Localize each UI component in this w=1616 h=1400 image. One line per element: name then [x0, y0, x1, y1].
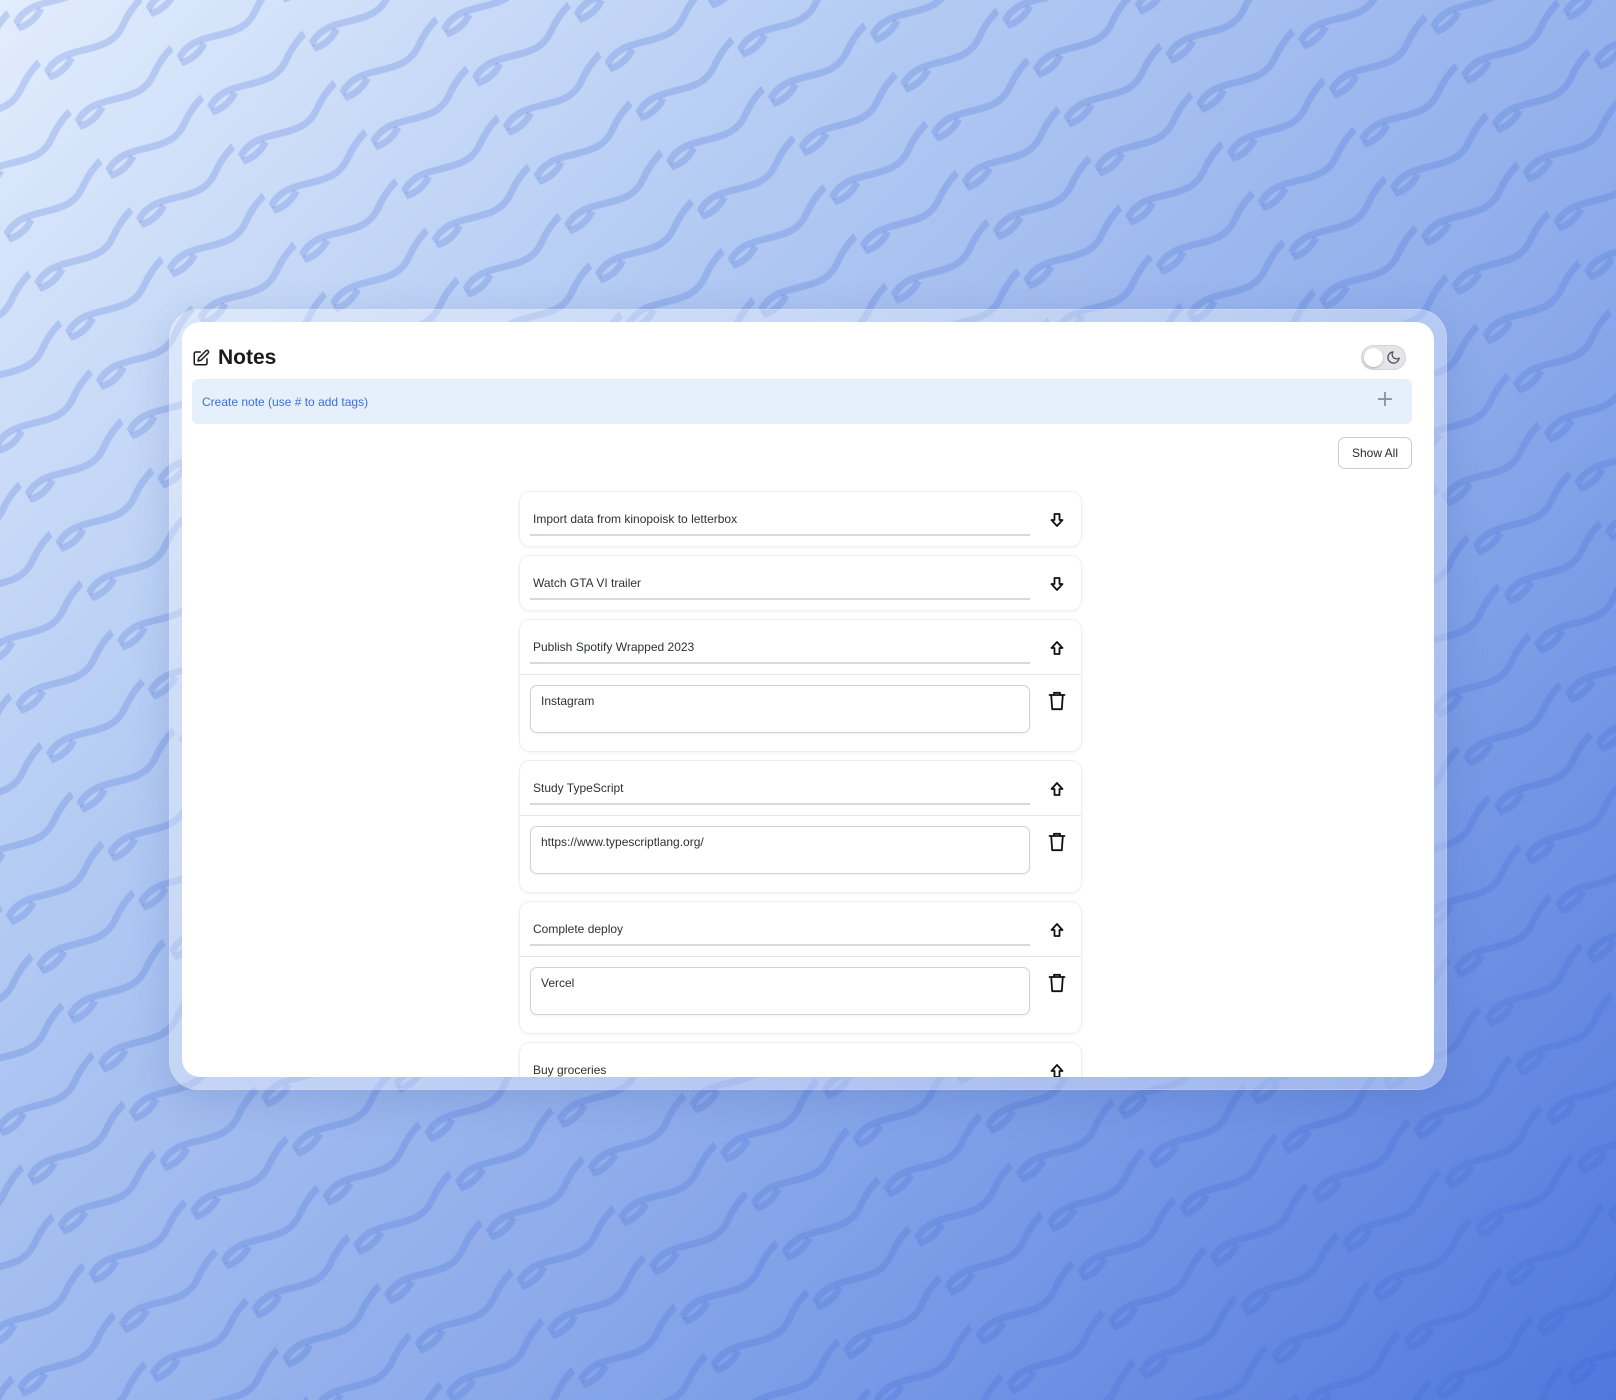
note-header: Watch GTA VI trailer: [520, 556, 1081, 610]
note-title[interactable]: Study TypeScript: [530, 775, 1030, 805]
note-title[interactable]: Watch GTA VI trailer: [530, 570, 1030, 600]
note-title[interactable]: Buy groceries: [530, 1057, 1030, 1077]
trash-icon[interactable]: [1048, 973, 1066, 993]
show-all-button[interactable]: Show All: [1338, 437, 1412, 469]
note-body: Vercel: [520, 956, 1081, 1033]
note-description[interactable]: https://www.typescriptlang.org/: [530, 826, 1030, 874]
create-note-input[interactable]: [192, 379, 1412, 424]
note-card: Complete deploy Vercel: [520, 902, 1081, 1033]
note-card: Watch GTA VI trailer: [520, 556, 1081, 610]
moon-icon: [1386, 350, 1401, 365]
trash-icon[interactable]: [1048, 832, 1066, 852]
note-card: Import data from kinopoisk to letterbox: [520, 492, 1081, 546]
note-body: https://www.typescriptlang.org/: [520, 815, 1081, 892]
arrow-up-icon[interactable]: [1049, 781, 1065, 797]
note-card: Publish Spotify Wrapped 2023 Instagram: [520, 620, 1081, 751]
arrow-down-icon[interactable]: [1049, 512, 1065, 528]
note-title[interactable]: Complete deploy: [530, 916, 1030, 946]
note-header: Study TypeScript: [520, 761, 1081, 815]
note-header: Complete deploy: [520, 902, 1081, 956]
app-frame: Notes + Show All Import data from kinopo…: [170, 310, 1446, 1089]
arrow-up-icon[interactable]: [1049, 922, 1065, 938]
note-card: Buy groceries: [520, 1043, 1081, 1077]
toggle-knob: [1364, 348, 1383, 367]
note-title[interactable]: Publish Spotify Wrapped 2023: [530, 634, 1030, 664]
note-description[interactable]: Instagram: [530, 685, 1030, 733]
app-header: Notes: [192, 340, 1406, 376]
app-window: Notes + Show All Import data from kinopo…: [182, 322, 1434, 1077]
arrow-up-icon[interactable]: [1049, 1063, 1065, 1077]
note-header: Buy groceries: [520, 1043, 1081, 1077]
note-description[interactable]: Vercel: [530, 967, 1030, 1015]
note-title[interactable]: Import data from kinopoisk to letterbox: [530, 506, 1030, 536]
notes-list: Import data from kinopoisk to letterbox …: [520, 492, 1081, 1077]
create-note-bar: +: [192, 379, 1412, 424]
plus-icon[interactable]: +: [1374, 389, 1396, 411]
edit-icon: [192, 349, 210, 367]
arrow-up-icon[interactable]: [1049, 640, 1065, 656]
trash-icon[interactable]: [1048, 691, 1066, 711]
note-card: Study TypeScript https://www.typescriptl…: [520, 761, 1081, 892]
note-header: Publish Spotify Wrapped 2023: [520, 620, 1081, 674]
theme-toggle[interactable]: [1361, 345, 1406, 370]
note-header: Import data from kinopoisk to letterbox: [520, 492, 1081, 546]
page-title: Notes: [218, 346, 277, 369]
arrow-down-icon[interactable]: [1049, 576, 1065, 592]
note-body: Instagram: [520, 674, 1081, 751]
